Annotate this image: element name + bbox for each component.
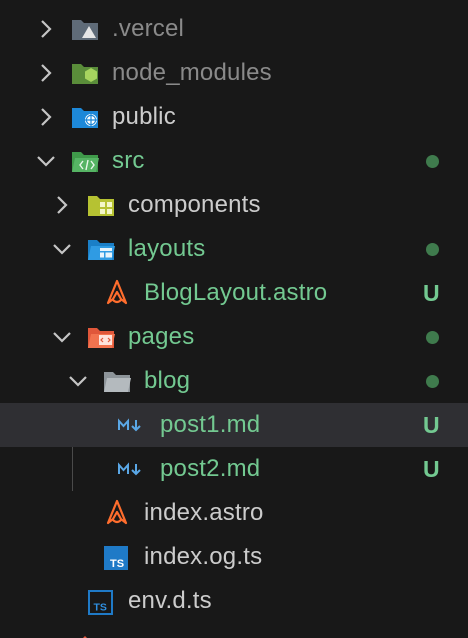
- modified-indicator-dot: [426, 331, 439, 344]
- tree-item-vercel[interactable]: .vercel: [0, 7, 468, 51]
- tree-item-label: layouts: [128, 235, 206, 262]
- file-explorer-tree: .vercel node_modules public src componen…: [0, 0, 468, 638]
- tree-item-src[interactable]: src: [0, 139, 468, 183]
- chevron-down-icon: [37, 156, 55, 167]
- tree-item-label: index.astro: [144, 499, 264, 526]
- tree-item-label: pages: [128, 323, 195, 350]
- tree-item-bloglayout-astro[interactable]: BlogLayout.astro U: [0, 271, 468, 315]
- markdown-file-icon: [118, 462, 141, 476]
- tree-item-label: post2.md: [160, 455, 261, 482]
- tree-item-label: BlogLayout.astro: [144, 279, 328, 306]
- tree-item-partial[interactable]: [0, 623, 468, 638]
- untracked-status-badge: U: [423, 280, 440, 306]
- typescript-file-icon: TS: [104, 546, 128, 570]
- svg-text:TS: TS: [94, 602, 107, 614]
- chevron-right-icon: [41, 20, 52, 38]
- public-folder-icon: [72, 108, 98, 128]
- tree-item-index-og-ts[interactable]: TS index.og.ts: [0, 535, 468, 579]
- tree-item-layouts[interactable]: layouts: [0, 227, 468, 271]
- tree-item-post1-md[interactable]: post1.md U: [0, 403, 468, 447]
- tree-item-label: post1.md: [160, 411, 261, 438]
- components-folder-icon: [88, 196, 114, 216]
- untracked-status-badge: U: [423, 456, 440, 482]
- tree-item-pages[interactable]: pages: [0, 315, 468, 359]
- untracked-status-badge: U: [423, 412, 440, 438]
- tree-item-post2-md[interactable]: post2.md U: [0, 447, 468, 491]
- node-folder-icon: [72, 64, 98, 84]
- tree-item-node-modules[interactable]: node_modules: [0, 51, 468, 95]
- tree-item-label: components: [128, 191, 261, 218]
- modified-indicator-dot: [426, 375, 439, 388]
- tree-item-public[interactable]: public: [0, 95, 468, 139]
- modified-indicator-dot: [426, 155, 439, 168]
- astro-file-icon: [106, 279, 128, 305]
- vercel-folder-icon: [72, 20, 98, 40]
- chevron-right-icon: [57, 196, 68, 214]
- astro-file-icon: [106, 499, 128, 525]
- modified-indicator-dot: [426, 243, 439, 256]
- chevron-right-icon: [41, 64, 52, 82]
- tree-item-label: public: [112, 103, 176, 130]
- tree-item-label: node_modules: [112, 59, 272, 86]
- tree-item-components[interactable]: components: [0, 183, 468, 227]
- chevron-down-icon: [53, 332, 71, 343]
- tree-item-label: .vercel: [112, 15, 185, 42]
- chevron-down-icon: [69, 376, 87, 387]
- svg-text:TS: TS: [110, 558, 124, 570]
- tree-item-label: index.og.ts: [144, 543, 263, 570]
- tree-item-env-d-ts[interactable]: TS env.d.ts: [0, 579, 468, 623]
- folder-open-icon: [104, 372, 131, 392]
- tree-item-label: src: [112, 147, 145, 174]
- src-folder-icon: [72, 152, 99, 172]
- tree-item-blog[interactable]: blog: [0, 359, 468, 403]
- chevron-down-icon: [53, 244, 71, 255]
- tree-item-label: blog: [144, 367, 191, 394]
- tree-item-index-astro[interactable]: index.astro: [0, 491, 468, 535]
- pages-folder-icon: [88, 328, 115, 348]
- git-file-icon: [83, 636, 87, 638]
- tree-item-label: env.d.ts: [128, 587, 212, 614]
- typescript-file-icon: TS: [88, 590, 113, 615]
- chevron-right-icon: [41, 108, 52, 126]
- markdown-file-icon: [118, 418, 141, 432]
- layouts-folder-icon: [88, 240, 115, 260]
